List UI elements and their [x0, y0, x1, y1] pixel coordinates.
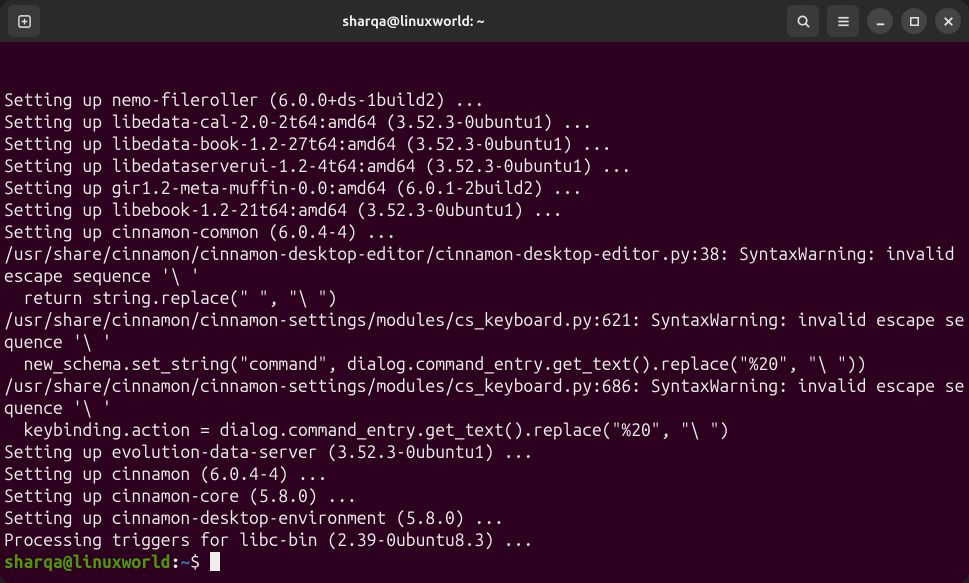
close-icon [941, 14, 956, 29]
window-title: sharqa@linuxworld: ~ [46, 13, 781, 29]
maximize-icon [907, 14, 922, 29]
cursor [210, 552, 220, 571]
terminal-content[interactable]: Setting up nemo-fileroller (6.0.0+ds-1bu… [0, 42, 969, 583]
menu-button[interactable] [827, 5, 859, 37]
search-icon [796, 14, 811, 29]
prompt-path: ~ [180, 553, 190, 572]
terminal-window: sharqa@linuxworld: ~ [0, 0, 969, 583]
maximize-button[interactable] [901, 8, 927, 34]
search-button[interactable] [787, 5, 819, 37]
terminal-output: Setting up nemo-fileroller (6.0.0+ds-1bu… [4, 90, 965, 552]
titlebar: sharqa@linuxworld: ~ [0, 0, 969, 42]
minimize-button[interactable] [867, 8, 893, 34]
prompt-symbol: $ [190, 553, 200, 572]
prompt-line: sharqa@linuxworld:~$ [4, 553, 220, 572]
prompt-user-host: sharqa@linuxworld [4, 553, 171, 572]
titlebar-right [787, 5, 961, 37]
titlebar-left [8, 5, 40, 37]
hamburger-icon [836, 14, 851, 29]
minimize-icon [873, 14, 888, 29]
close-button[interactable] [935, 8, 961, 34]
new-tab-button[interactable] [8, 5, 40, 37]
prompt-colon: : [171, 553, 181, 572]
new-tab-icon [17, 14, 32, 29]
